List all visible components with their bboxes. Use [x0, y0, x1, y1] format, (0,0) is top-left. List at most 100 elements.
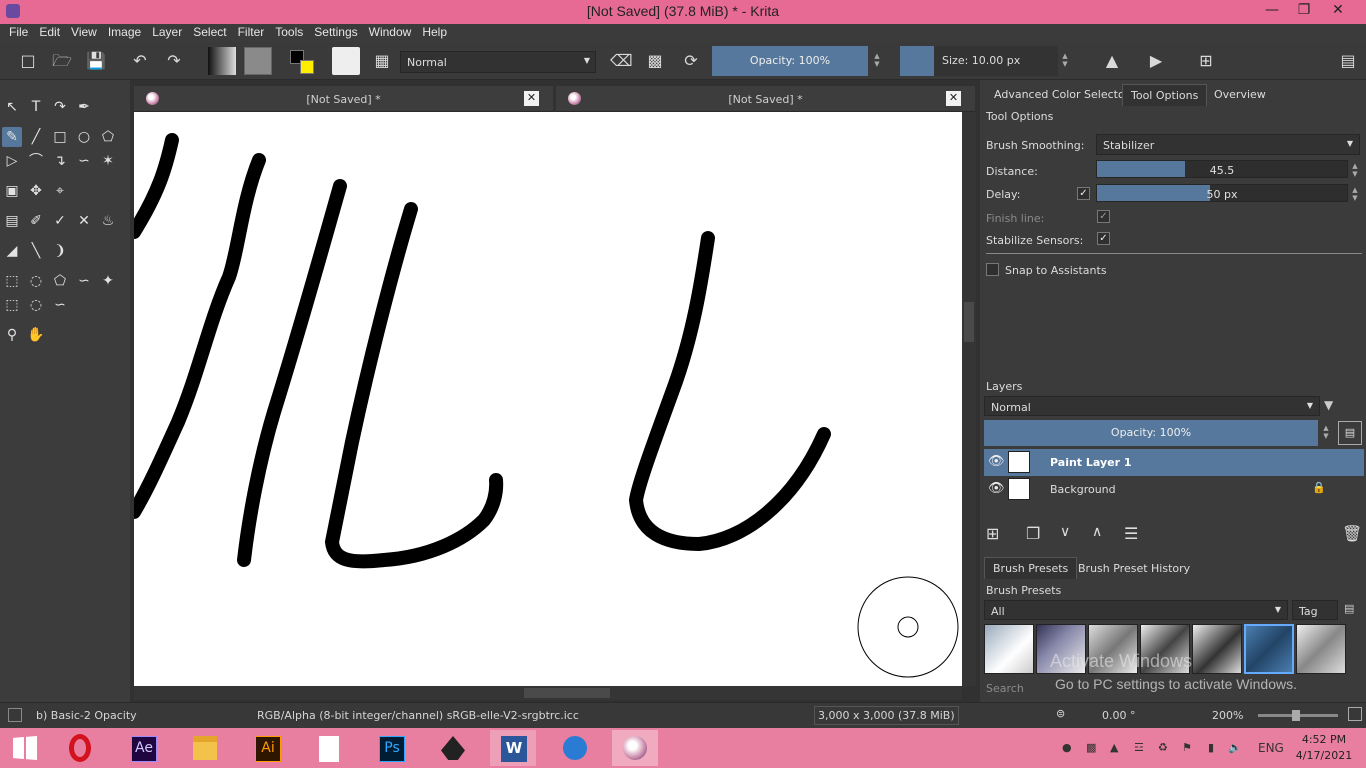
document-icon[interactable]: [306, 730, 352, 766]
word-icon[interactable]: W: [490, 730, 536, 766]
colors-icon[interactable]: [288, 48, 316, 76]
mirror-horizontal-icon[interactable]: ▲: [1102, 51, 1122, 71]
tag-button[interactable]: Tag: [1292, 600, 1338, 620]
ellipse-select-icon[interactable]: ◌: [26, 271, 46, 291]
new-document-icon[interactable]: □: [18, 51, 38, 71]
menu-layer[interactable]: Layer: [147, 24, 188, 39]
freehand-brush-icon[interactable]: ✎: [2, 127, 22, 147]
reference-tool-icon[interactable]: ❩: [50, 241, 70, 261]
lock-icon[interactable]: 🔒: [1312, 481, 1326, 494]
magnetic-select-icon[interactable]: ∽: [50, 295, 70, 315]
vertical-scrollbar[interactable]: [962, 112, 976, 686]
freehand-path-icon[interactable]: ↴: [50, 151, 70, 171]
horizontal-scrollbar[interactable]: [134, 686, 962, 700]
layer-opacity-slider[interactable]: Opacity: 100%: [984, 420, 1318, 446]
brush-smoothing-select[interactable]: Stabilizer ▼: [1096, 134, 1360, 155]
document-tab-1[interactable]: [Not Saved] * ✕: [134, 86, 553, 112]
mirror-vertical-icon[interactable]: ▶: [1146, 51, 1166, 71]
blend-mode-select[interactable]: Normal ▼: [400, 51, 596, 73]
zoom-slider-handle[interactable]: [1292, 710, 1300, 721]
clock[interactable]: 4:52 PM 4/17/2021: [1292, 733, 1356, 762]
minimize-icon[interactable]: —: [1260, 2, 1284, 22]
polygon-select-icon[interactable]: ⬠: [50, 271, 70, 291]
krita-icon[interactable]: [612, 730, 658, 766]
zoom-tool-icon[interactable]: ⚲: [2, 325, 22, 345]
preset-eraser[interactable]: [984, 624, 1034, 674]
workspace-icon[interactable]: ▦: [372, 51, 392, 71]
tab-overview[interactable]: Overview: [1206, 84, 1274, 106]
duplicate-layer-icon[interactable]: ❐: [1026, 524, 1040, 543]
illustrator-icon[interactable]: Ai: [244, 730, 290, 766]
alpha-lock-icon[interactable]: ▩: [645, 51, 665, 71]
finish-line-checkbox[interactable]: ✓: [1097, 210, 1110, 223]
tab-advanced-color-selector[interactable]: Advanced Color Selector: [986, 84, 1137, 106]
rotate-icon[interactable]: ⊜: [1056, 707, 1065, 720]
app-icon[interactable]: [552, 730, 598, 766]
volume-icon[interactable]: 🔈: [1228, 741, 1242, 754]
wifi-icon[interactable]: ☲: [1134, 741, 1144, 754]
undo-icon[interactable]: ↶: [130, 51, 150, 71]
signal-icon[interactable]: ▲: [1110, 741, 1118, 754]
fill-tool-icon[interactable]: ♨: [98, 211, 118, 231]
add-layer-icon[interactable]: ⊞: [986, 524, 999, 543]
menu-settings[interactable]: Settings: [309, 24, 363, 39]
eye-icon[interactable]: 👁: [988, 481, 1005, 496]
brush-preset-icon[interactable]: [332, 47, 360, 75]
gradient-icon[interactable]: [208, 47, 236, 75]
opera-icon[interactable]: [58, 730, 104, 766]
layer-settings-icon[interactable]: ☰: [1124, 524, 1138, 543]
scrollbar-thumb[interactable]: [964, 302, 974, 342]
update-icon[interactable]: ♻: [1158, 741, 1168, 754]
menu-filter[interactable]: Filter: [233, 24, 271, 39]
restore-icon[interactable]: ❐: [1292, 2, 1316, 22]
drawing-canvas[interactable]: [134, 112, 962, 686]
rect-select-icon[interactable]: ⬚: [2, 271, 22, 291]
layer-properties-icon[interactable]: ▤: [1338, 421, 1362, 445]
preset-basic-opacity[interactable]: [1244, 624, 1294, 674]
battery-icon[interactable]: ▮: [1208, 741, 1214, 754]
layer-opacity-spinner[interactable]: ▲ ▼: [1320, 424, 1332, 440]
menu-select[interactable]: Select: [188, 24, 232, 39]
reload-preset-icon[interactable]: ⟳: [681, 51, 701, 71]
eraser-icon[interactable]: ⌫: [610, 51, 633, 71]
fit-page-icon[interactable]: [1348, 707, 1362, 721]
menu-file[interactable]: File: [4, 24, 34, 39]
assistant-tool-icon[interactable]: ◢: [2, 241, 22, 261]
menu-window[interactable]: Window: [364, 24, 418, 39]
rectangle-tool-icon[interactable]: □: [50, 127, 70, 147]
text-tool-icon[interactable]: T: [26, 97, 46, 117]
bezier-select-icon[interactable]: ◌: [26, 295, 46, 315]
shield-icon[interactable]: ●: [1062, 741, 1072, 754]
calligraphy-icon[interactable]: ✒: [74, 97, 94, 117]
close-icon[interactable]: ✕: [1326, 2, 1350, 22]
pattern-icon[interactable]: [244, 47, 272, 75]
layer-row-background[interactable]: 👁 Background 🔒: [984, 476, 1364, 503]
photoshop-icon[interactable]: Ps: [368, 730, 414, 766]
filter-icon[interactable]: ▼: [1324, 398, 1360, 414]
select-shapes-icon[interactable]: ↖: [2, 97, 22, 117]
scrollbar-thumb[interactable]: [524, 688, 610, 698]
preset-filter-select[interactable]: All ▼: [984, 600, 1288, 620]
language-indicator[interactable]: ENG: [1258, 741, 1284, 755]
pan-tool-icon[interactable]: ✋: [26, 325, 46, 345]
layer-row-paint-layer-1[interactable]: 👁 Paint Layer 1: [984, 449, 1364, 476]
preset-marker[interactable]: [1192, 624, 1242, 674]
file-explorer-icon[interactable]: [182, 730, 228, 766]
gradient-tool-icon[interactable]: ▤: [2, 211, 22, 231]
line-tool-icon[interactable]: ╱: [26, 127, 46, 147]
move-layer-up-icon[interactable]: ∧: [1092, 524, 1102, 540]
similar-select-icon[interactable]: ⬚: [2, 295, 22, 315]
delay-checkbox[interactable]: ✓: [1077, 187, 1090, 200]
menu-help[interactable]: Help: [417, 24, 453, 39]
bezier-tool-icon[interactable]: ⌒: [26, 151, 46, 171]
ellipse-tool-icon[interactable]: ○: [74, 127, 94, 147]
image-dimensions[interactable]: 3,000 x 3,000 (37.8 MiB): [814, 706, 959, 725]
magic-wand-icon[interactable]: ✦: [98, 271, 118, 291]
eye-icon[interactable]: 👁: [988, 454, 1005, 469]
colorize-mask-icon[interactable]: ✕: [74, 211, 94, 231]
move-tool-icon[interactable]: ✥: [26, 181, 46, 201]
polyline-tool-icon[interactable]: ▷: [2, 151, 22, 171]
opacity-slider[interactable]: Opacity: 100%: [712, 46, 868, 76]
transform-tool-icon[interactable]: ▣: [2, 181, 22, 201]
flag-icon[interactable]: ⚑: [1182, 741, 1192, 754]
